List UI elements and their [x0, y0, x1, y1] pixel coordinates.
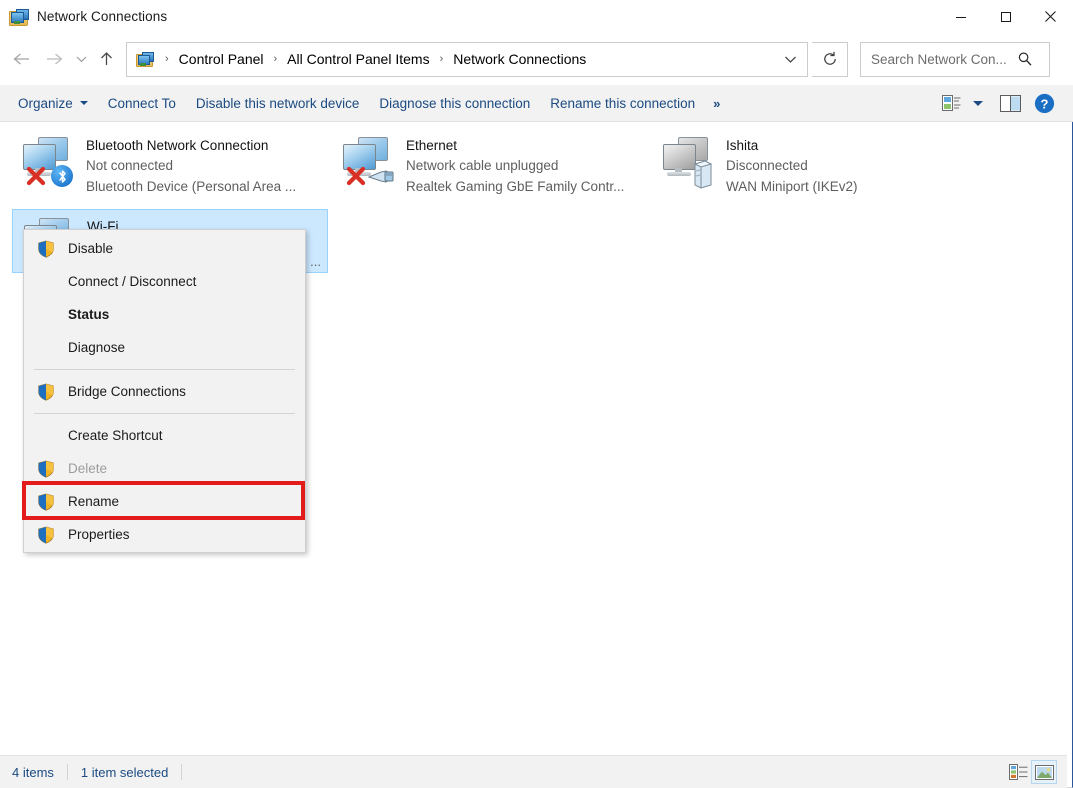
item-count-label: 4 items — [12, 764, 54, 780]
breadcrumb[interactable]: › Control Panel › All Control Panel Item… — [126, 41, 808, 77]
menu-item-label: Diagnose — [68, 340, 126, 355]
breadcrumb-separator: › — [273, 53, 278, 65]
search-box[interactable] — [860, 41, 1050, 77]
search-icon[interactable] — [1017, 51, 1033, 67]
uac-shield-icon — [24, 383, 68, 401]
menu-item-bridge-connections[interactable]: Bridge Connections — [24, 375, 305, 408]
toolbar-button-rename[interactable]: Rename this connection — [540, 90, 705, 116]
window-title: Network Connections — [37, 9, 168, 24]
network-connections-window: Network Connections › Control Panel › Al… — [0, 0, 1073, 788]
toolbar-label: Organize — [18, 95, 73, 111]
list-item-text: Ishita Disconnected WAN Miniport (IKEv2) — [726, 136, 858, 197]
toolbar-button-diagnose[interactable]: Diagnose this connection — [369, 90, 540, 116]
menu-item-disable[interactable]: Disable — [24, 232, 305, 265]
address-bar-row: › Control Panel › All Control Panel Item… — [0, 33, 1073, 85]
server-badge-icon — [693, 160, 713, 189]
vpn-adapter-icon — [658, 133, 726, 189]
breadcrumb-item-all-control-panel-items[interactable]: All Control Panel Items — [284, 51, 432, 67]
menu-item-create-shortcut[interactable]: Create Shortcut — [24, 419, 305, 452]
large-icons-view-icon[interactable] — [1031, 760, 1057, 784]
list-item[interactable]: Ishita Disconnected WAN Miniport (IKEv2) — [652, 129, 968, 194]
connection-name: Ethernet — [406, 138, 458, 153]
view-switch-group — [1005, 760, 1067, 784]
list-item[interactable]: Ethernet Network cable unplugged Realtek… — [332, 129, 648, 194]
menu-item-delete: Delete — [24, 452, 305, 485]
menu-separator — [34, 369, 295, 370]
menu-item-label: Connect / Disconnect — [68, 274, 197, 289]
breadcrumb-separator: › — [439, 53, 444, 65]
breadcrumb-item-network-connections[interactable]: Network Connections — [450, 51, 589, 67]
svg-text:?: ? — [1040, 96, 1048, 111]
preview-pane-icon[interactable] — [993, 88, 1027, 118]
forward-icon[interactable] — [38, 43, 70, 75]
menu-item-label: Rename — [68, 494, 120, 509]
toolbar-button-disable-device[interactable]: Disable this network device — [186, 90, 370, 116]
connection-device: Bluetooth Device (Personal Area ... — [86, 179, 297, 194]
uac-shield-icon — [24, 460, 68, 478]
menu-item-rename[interactable]: Rename — [24, 485, 305, 518]
menu-item-label: Disable — [68, 241, 114, 256]
toolbar-button-organize[interactable]: Organize — [8, 90, 98, 116]
change-view-icon[interactable] — [936, 88, 966, 118]
uac-shield-icon — [24, 493, 68, 511]
network-folder-icon — [136, 51, 154, 67]
network-adapter-icon — [338, 133, 406, 189]
menu-item-properties[interactable]: Properties — [24, 518, 305, 551]
status-divider — [66, 764, 68, 780]
minimize-button[interactable] — [938, 0, 983, 33]
red-x-icon — [346, 166, 366, 186]
up-icon[interactable] — [92, 43, 120, 75]
connection-status: Not connected — [86, 158, 174, 173]
network-adapter-icon — [18, 133, 86, 189]
menu-item-status[interactable]: Status — [24, 298, 305, 331]
chevron-down-icon[interactable] — [773, 43, 807, 76]
status-divider — [181, 764, 183, 780]
network-folder-icon — [9, 8, 29, 26]
menu-item-label: Status — [68, 307, 110, 322]
recent-locations-icon[interactable] — [70, 43, 92, 75]
toolbar-button-connect-to[interactable]: Connect To — [98, 90, 186, 116]
details-view-icon[interactable] — [1005, 760, 1031, 784]
connection-name: Ishita — [726, 138, 759, 153]
connection-name: Bluetooth Network Connection — [86, 138, 269, 153]
menu-item-label: Create Shortcut — [68, 428, 163, 443]
connection-device: Realtek Gaming GbE Family Contr... — [406, 179, 625, 194]
bluetooth-badge-icon — [51, 165, 73, 187]
breadcrumb-separator: › — [165, 53, 169, 65]
red-x-icon — [26, 166, 46, 186]
menu-item-label: Bridge Connections — [68, 384, 186, 399]
connection-status: Network cable unplugged — [406, 158, 559, 173]
breadcrumb-item-control-panel[interactable]: Control Panel — [176, 51, 267, 67]
list-item-text: Ethernet Network cable unplugged Realtek… — [406, 136, 624, 197]
menu-item-label: Delete — [68, 461, 108, 476]
context-menu: Disable Connect / Disconnect Status Diag… — [23, 229, 306, 553]
help-icon[interactable]: ? — [1027, 88, 1061, 118]
menu-item-diagnose[interactable]: Diagnose — [24, 331, 305, 364]
toolbar-overflow-button[interactable]: » — [713, 96, 720, 111]
search-input[interactable] — [869, 50, 1015, 68]
ethernet-cable-badge-icon — [368, 170, 394, 183]
menu-item-label: Properties — [68, 527, 130, 542]
menu-separator — [34, 413, 295, 414]
uac-shield-icon — [24, 240, 68, 258]
back-icon[interactable] — [6, 43, 38, 75]
maximize-button[interactable] — [983, 0, 1028, 33]
window-controls — [938, 0, 1073, 33]
refresh-icon[interactable] — [812, 41, 848, 77]
list-item[interactable]: Bluetooth Network Connection Not connect… — [12, 129, 328, 194]
title-bar: Network Connections — [0, 0, 1073, 33]
connection-device: WAN Miniport (IKEv2) — [726, 179, 858, 194]
list-item-text: Bluetooth Network Connection Not connect… — [86, 136, 296, 197]
connection-status: Disconnected — [726, 158, 808, 173]
menu-item-connect-disconnect[interactable]: Connect / Disconnect — [24, 265, 305, 298]
close-button[interactable] — [1028, 0, 1073, 33]
toolbar-right-group: ? — [936, 88, 1073, 118]
status-bar: 4 items 1 item selected — [0, 755, 1067, 788]
command-bar: Organize Connect To Disable this network… — [0, 85, 1073, 122]
truncation-ellipsis: ... — [310, 254, 321, 269]
chevron-down-icon — [79, 101, 88, 105]
selection-label: 1 item selected — [80, 764, 169, 780]
chevron-down-icon[interactable] — [973, 100, 983, 106]
uac-shield-icon — [24, 526, 68, 544]
